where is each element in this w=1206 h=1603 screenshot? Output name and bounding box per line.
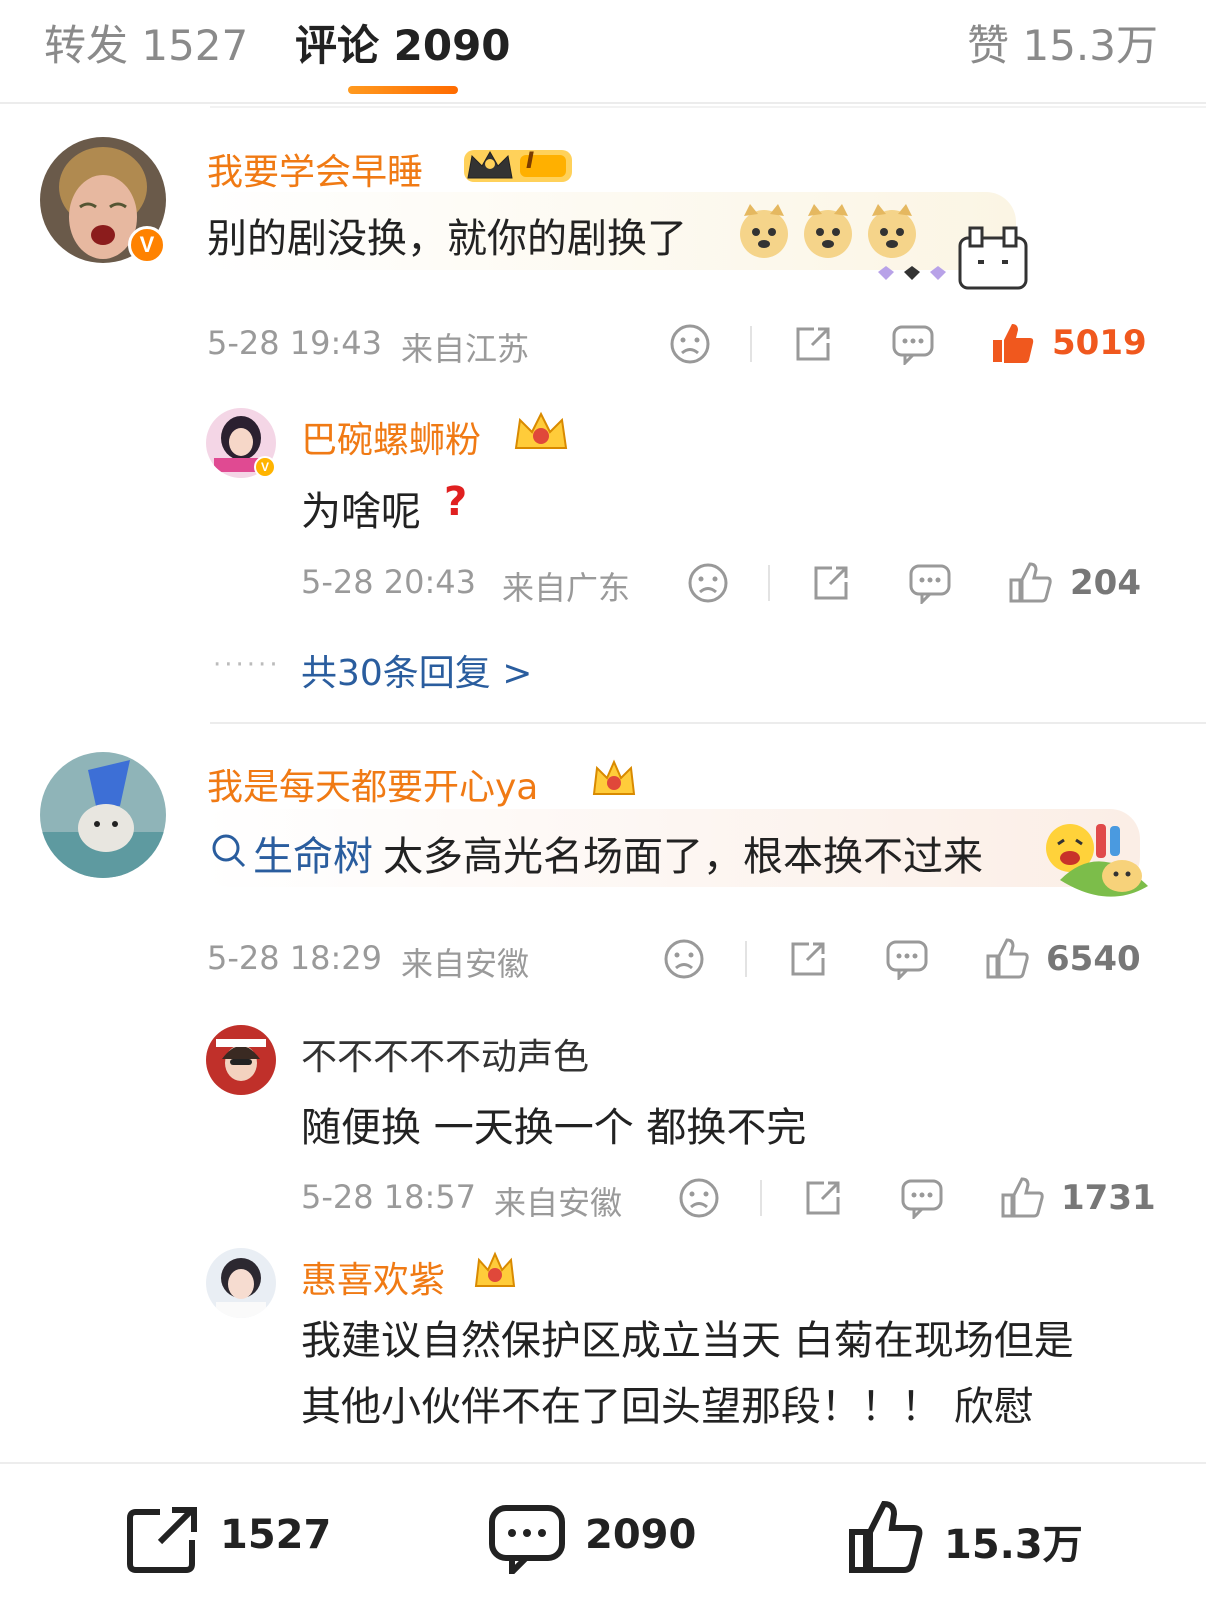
comment-divider — [210, 722, 1206, 724]
repost-icon[interactable] — [126, 1504, 202, 1574]
comment-text: 太多高光名场面了，根本换不过来 — [383, 834, 983, 880]
reply-username[interactable]: 惠喜欢紫 — [301, 1251, 445, 1303]
action-separator — [760, 1180, 762, 1216]
reply-icon[interactable] — [908, 562, 952, 604]
reply-text: 随便换 一天换一个 都换不完 — [301, 1105, 807, 1151]
like-count: 5019 — [1052, 323, 1147, 363]
reply-icon[interactable] — [885, 938, 929, 980]
pixel-bunny-sticker-icon — [878, 226, 1028, 290]
comment-icon[interactable] — [488, 1504, 568, 1574]
like-thumb-icon[interactable] — [985, 936, 1029, 980]
reply-text: 为啥呢 — [301, 489, 421, 535]
vip-crown-badge-icon — [514, 411, 568, 449]
avatar[interactable] — [40, 752, 166, 878]
more-dots: ······ — [213, 650, 281, 680]
reply-time: 5-28 20:43 — [301, 563, 477, 601]
avatar[interactable] — [206, 1248, 276, 1318]
comment-username[interactable]: 我是每天都要开心ya — [207, 758, 538, 810]
like-thumb-icon[interactable] — [848, 1498, 926, 1574]
action-separator — [750, 326, 752, 362]
comment-username[interactable]: 我要学会早睡 — [207, 143, 423, 195]
comment-time: 5-28 18:29 — [207, 939, 383, 977]
question-mark-emoji-icon: ? — [444, 479, 468, 525]
reply-username[interactable]: 巴碗螺蛳粉 — [301, 411, 481, 463]
tab-reposts[interactable]: 转发 1527 — [44, 12, 248, 73]
like-thumb-icon[interactable] — [990, 320, 1036, 366]
reply-location: 来自广东 — [502, 569, 631, 607]
like-count: 1731 — [1061, 1178, 1156, 1218]
comment-location: 来自江苏 — [401, 330, 530, 368]
active-tab-indicator — [348, 86, 458, 94]
reply-username[interactable]: 不不不不不动声色 — [301, 1028, 589, 1080]
reply-text: 我建议自然保护区成立当天 白菊在现场但是其他小伙伴不在了回头望那段！！！ 欣慰 — [301, 1318, 1074, 1430]
comment-count[interactable]: 2090 — [585, 1512, 696, 1558]
verified-badge-icon: V — [254, 456, 276, 478]
reply-location: 来自安徽 — [494, 1184, 623, 1222]
share-icon[interactable] — [792, 323, 834, 365]
comment-tabs: 转发 1527 评论 2090 赞 15.3万 — [0, 0, 1206, 104]
reply-icon[interactable] — [891, 323, 935, 365]
like-count: 204 — [1070, 563, 1141, 603]
dislike-face-icon[interactable] — [663, 938, 705, 980]
divider — [210, 106, 1206, 108]
share-icon[interactable] — [810, 562, 852, 604]
vip-crown-badge-icon — [464, 150, 572, 182]
search-topic-icon — [212, 834, 246, 868]
reply-time: 5-28 18:57 — [301, 1178, 477, 1216]
comment-time: 5-28 19:43 — [207, 324, 383, 362]
like-count[interactable]: 15.3万 — [944, 1512, 1083, 1570]
avatar-image — [206, 1025, 276, 1095]
vip-crown-badge-icon — [474, 1251, 516, 1287]
tab-likes[interactable]: 赞 15.3万 — [967, 12, 1158, 73]
like-count: 6540 — [1046, 939, 1141, 979]
vip-crown-badge-icon — [592, 759, 636, 795]
verified-badge-icon: V — [128, 226, 166, 264]
dislike-face-icon[interactable] — [678, 1177, 720, 1219]
avatar-image — [40, 752, 166, 878]
laughing-zongzi-sticker-icon — [1046, 824, 1148, 897]
avatar-image — [206, 1248, 276, 1318]
like-thumb-icon[interactable] — [1008, 560, 1052, 604]
share-icon[interactable] — [802, 1177, 844, 1219]
repost-count[interactable]: 1527 — [220, 1512, 331, 1558]
bottom-action-bar: 1527 2090 15.3万 — [0, 1462, 1206, 1603]
view-more-replies-link[interactable]: 共30条回复 > — [301, 644, 532, 696]
action-separator — [768, 565, 770, 601]
avatar[interactable] — [206, 1025, 276, 1095]
comment-text: 别的剧没换，就你的剧换了 — [207, 216, 687, 262]
topic-link[interactable]: 生命树 — [253, 824, 373, 882]
dislike-face-icon[interactable] — [687, 562, 729, 604]
share-icon[interactable] — [787, 938, 829, 980]
comment-location: 来自安徽 — [401, 945, 530, 983]
level-badge-label: I — [526, 149, 535, 174]
like-thumb-icon[interactable] — [1000, 1175, 1044, 1219]
tab-comments[interactable]: 评论 2090 — [295, 12, 511, 73]
dislike-face-icon[interactable] — [669, 323, 711, 365]
action-separator — [745, 941, 747, 977]
reply-icon[interactable] — [900, 1177, 944, 1219]
